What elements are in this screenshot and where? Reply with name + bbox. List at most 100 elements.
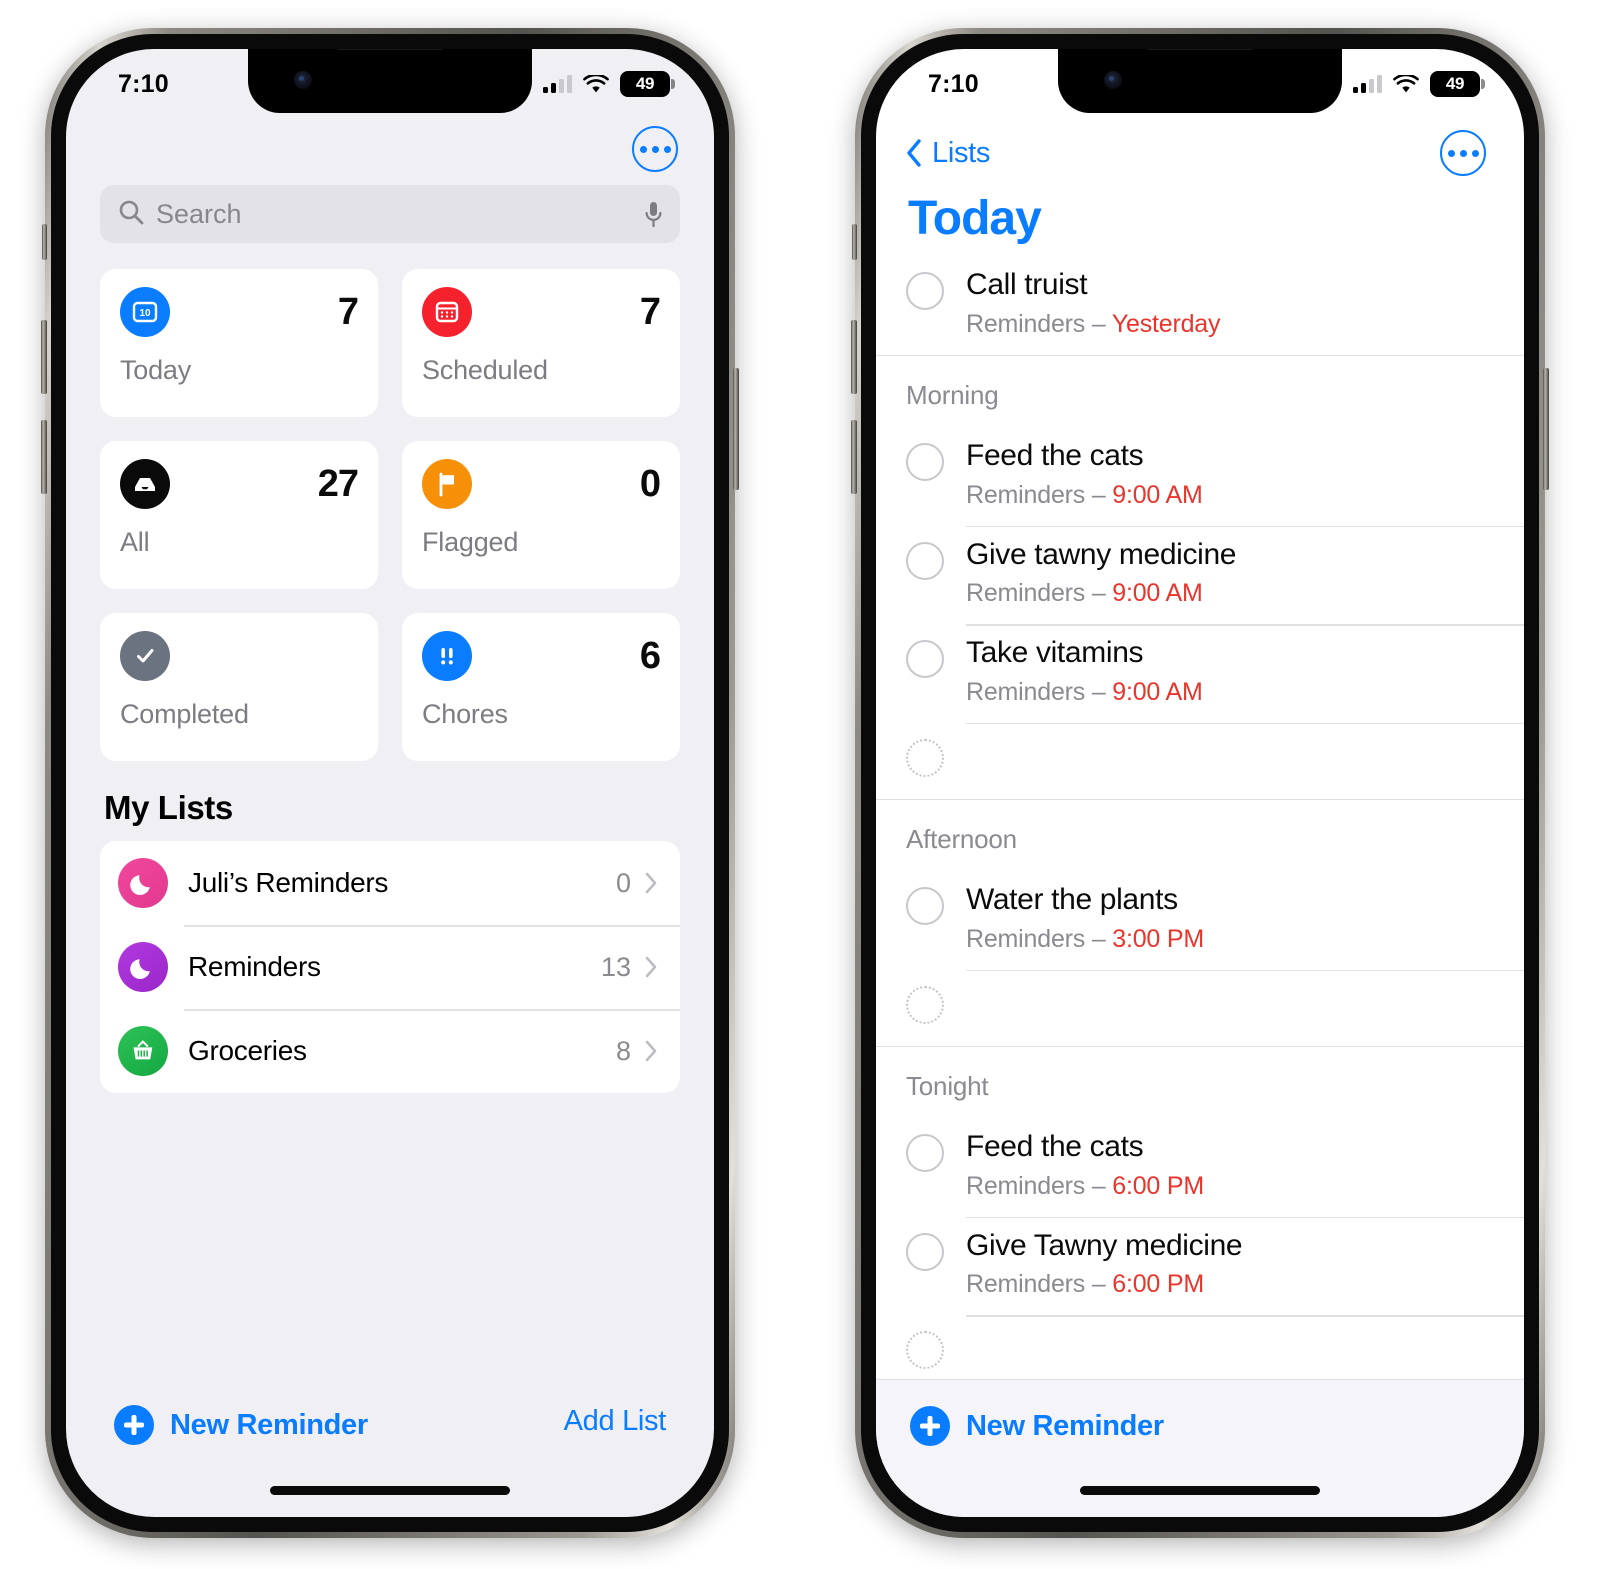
section-heading-afternoon: Afternoon [906, 824, 1017, 854]
list-item-reminders[interactable]: Reminders 13 [100, 925, 680, 1009]
more-options-button[interactable] [632, 126, 678, 172]
reminder-checkbox[interactable] [906, 1232, 944, 1271]
reminder-checkbox-placeholder[interactable] [906, 985, 944, 1024]
reminder-checkbox[interactable] [906, 1134, 944, 1172]
list-item-julis-reminders[interactable]: Juli’s Reminders 0 [100, 841, 680, 925]
basket-icon [118, 1026, 168, 1076]
reminder-list-name: Reminders – [966, 677, 1113, 706]
home-indicator[interactable] [270, 1486, 510, 1495]
reminder-content: Feed the cats Reminders – 6:00 PM [966, 1118, 1524, 1217]
chevron-left-icon [906, 139, 922, 167]
reminder-row[interactable]: Call truist Reminders – Yesterday [876, 256, 1524, 355]
reminder-list-name: Reminders – [966, 924, 1113, 953]
power-button[interactable] [733, 368, 739, 490]
reminder-title: Give tawny medicine [966, 537, 1237, 571]
reminder-title: Give Tawny medicine [966, 1228, 1243, 1262]
screen-today: 7:10 49 Lists Today Call truist Reminder… [876, 49, 1524, 1517]
reminder-row[interactable]: Give tawny medicine Reminders – 9:00 AM [876, 525, 1524, 625]
page-title: Today [908, 192, 1042, 245]
battery-icon: 49 [620, 71, 675, 97]
home-indicator[interactable] [1080, 1486, 1320, 1495]
microphone-icon[interactable] [645, 201, 662, 228]
smart-list-scheduled[interactable]: 7 Scheduled [402, 269, 680, 417]
smart-list-flagged[interactable]: 0 Flagged [402, 441, 680, 589]
new-reminder-placeholder-row[interactable] [876, 722, 1524, 799]
reminder-row[interactable]: Take vitamins Reminders – 9:00 AM [876, 624, 1524, 723]
smart-list-label: Today [120, 355, 192, 385]
new-reminder-button[interactable]: New Reminder [114, 1405, 368, 1445]
reminder-row[interactable]: Give Tawny medicine Reminders – 6:00 PM [876, 1216, 1524, 1316]
lists-toolbar [100, 113, 680, 185]
phone-left: 7:10 49 Search 10 7 Today 7 Scheduled 27… [41, 28, 739, 1538]
status-indicators: 49 [1353, 65, 1485, 97]
reminder-due-time: 6:00 PM [1112, 1270, 1204, 1298]
today-footer-toolbar: New Reminder [876, 1379, 1524, 1517]
new-reminder-placeholder-row[interactable] [876, 969, 1524, 1046]
search-icon [118, 199, 144, 230]
back-button[interactable]: Lists [906, 137, 990, 170]
silent-switch[interactable] [852, 224, 857, 260]
reminder-subtitle: Reminders – 3:00 PM [966, 925, 1524, 954]
reminder-subtitle: Reminders – Yesterday [966, 310, 1524, 339]
cellular-bars-icon [543, 75, 572, 93]
reminder-checkbox[interactable] [906, 272, 944, 310]
smart-list-count: 27 [317, 463, 359, 505]
ellipsis-dot-2 [1459, 149, 1467, 157]
reminder-row[interactable]: Water the plants Reminders – 3:00 PM [876, 871, 1524, 970]
smart-list-count: 7 [639, 291, 661, 333]
reminder-row[interactable]: Feed the cats Reminders – 6:00 PM [876, 1118, 1524, 1217]
reminder-title: Water the plants [966, 883, 1178, 916]
reminder-checkbox[interactable] [906, 541, 944, 580]
inbox-tray-icon [120, 459, 170, 509]
search-input[interactable]: Search [156, 199, 633, 230]
lists-footer-toolbar: New Reminder Add List [66, 1379, 714, 1517]
smart-list-label: Chores [422, 699, 508, 729]
smart-list-count: 0 [639, 463, 661, 505]
smart-lists-grid: 10 7 Today 7 Scheduled 27 All 0 Flagged … [100, 269, 680, 761]
lists-body: Search 10 7 Today 7 Scheduled 27 All 0 F… [66, 113, 714, 1093]
my-lists-card: Juli’s Reminders 0 Reminders 13 Grocerie… [100, 841, 680, 1093]
reminder-content: Water the plants Reminders – 3:00 PM [966, 871, 1524, 970]
reminder-checkbox[interactable] [906, 887, 944, 925]
smart-list-chores[interactable]: 6 Chores [402, 613, 680, 761]
reminder-row[interactable]: Feed the cats Reminders – 9:00 AM [876, 427, 1524, 526]
search-bar[interactable]: Search [100, 185, 680, 243]
svg-text:10: 10 [139, 308, 151, 319]
more-options-button[interactable] [1440, 130, 1486, 176]
volume-down-button[interactable] [851, 420, 857, 494]
volume-up-button[interactable] [851, 320, 857, 394]
volume-down-button[interactable] [41, 420, 47, 494]
smart-list-all[interactable]: 27 All [100, 441, 378, 589]
ellipsis-dot-3 [663, 145, 671, 153]
reminder-list-name: Reminders – [966, 579, 1113, 607]
new-reminder-button[interactable]: New Reminder [910, 1406, 1524, 1446]
reminder-checkbox-placeholder[interactable] [906, 1331, 944, 1369]
reminder-due-time: 9:00 AM [1112, 480, 1203, 509]
battery-level: 49 [1445, 74, 1465, 93]
reminder-content: Take vitamins Reminders – 9:00 AM [966, 624, 1524, 723]
calendar-icon [422, 287, 472, 337]
screen-lists: 7:10 49 Search 10 7 Today 7 Scheduled 27… [66, 49, 714, 1517]
reminder-title: Feed the cats [966, 439, 1144, 472]
reminder-due-time: 3:00 PM [1112, 924, 1204, 953]
reminder-checkbox[interactable] [906, 443, 944, 481]
list-item-groceries[interactable]: Groceries 8 [100, 1009, 680, 1093]
reminder-content: Give Tawny medicine Reminders – 6:00 PM [966, 1216, 1524, 1316]
reminder-subtitle: Reminders – 9:00 AM [966, 481, 1524, 510]
list-item-count: 8 [615, 1035, 631, 1066]
back-button-label: Lists [932, 136, 991, 169]
ellipsis-dot-1 [639, 145, 647, 153]
battery-level: 49 [635, 74, 655, 93]
exclamation-icon [422, 631, 472, 681]
power-button[interactable] [1543, 368, 1549, 490]
ellipsis-dot-1 [1447, 149, 1455, 157]
plus-circle-icon [114, 1405, 154, 1445]
smart-list-today[interactable]: 10 7 Today [100, 269, 378, 417]
silent-switch[interactable] [42, 224, 47, 260]
add-list-button[interactable]: Add List [564, 1405, 667, 1438]
reminder-checkbox[interactable] [906, 640, 944, 678]
volume-up-button[interactable] [41, 320, 47, 394]
calendar-today-icon: 10 [120, 287, 170, 337]
reminder-checkbox-placeholder[interactable] [906, 738, 944, 777]
smart-list-completed[interactable]: Completed [100, 613, 378, 761]
